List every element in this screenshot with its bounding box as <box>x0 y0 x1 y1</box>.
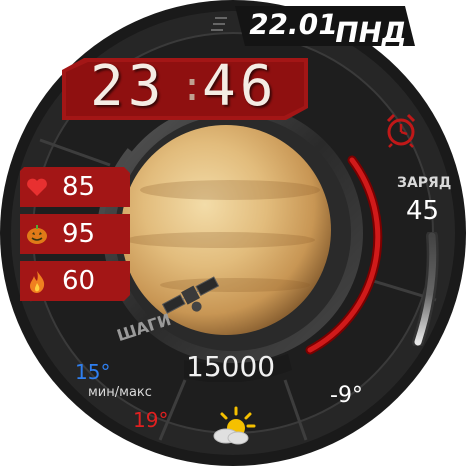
min-temp: 15° <box>75 360 111 384</box>
date-text: 22.01 <box>246 8 341 41</box>
stat-row-pumpkin[interactable]: 95 <box>20 214 130 254</box>
battery-value: 45 <box>406 196 440 226</box>
steps-value: 15000 <box>186 350 276 383</box>
time-minutes: 46 <box>202 54 278 119</box>
pumpkin-value: 95 <box>62 219 96 249</box>
battery-gauge <box>412 232 439 346</box>
flame-icon <box>30 271 45 293</box>
steps-panel[interactable]: 15000 <box>178 348 298 383</box>
weekday-text: ПНД <box>332 16 410 49</box>
battery-label: ЗАРЯД <box>397 175 452 191</box>
max-temp: 19° <box>133 408 169 432</box>
pumpkin-icon <box>27 225 47 244</box>
watch-face: 22.01 ПНД 23 : 46 85 95 60 ЗАРЯД 45 ШАГИ… <box>0 0 466 466</box>
partly-cloudy-icon <box>213 406 256 445</box>
heart-rate-value: 85 <box>62 172 96 202</box>
minmax-label: мин/макс <box>88 385 152 400</box>
time-hours: 23 <box>90 54 166 119</box>
time-separator: : <box>180 64 205 110</box>
alarm-clock-icon[interactable] <box>384 112 418 148</box>
stat-row-heart-rate[interactable]: 85 <box>20 167 130 207</box>
satellite-icon <box>161 276 220 314</box>
time-display: 23 : 46 <box>62 54 308 120</box>
stat-row-calories[interactable]: 60 <box>20 261 130 301</box>
heart-icon <box>27 178 47 196</box>
date-banner: 22.01 ПНД <box>205 4 415 49</box>
calories-value: 60 <box>62 266 96 296</box>
current-temp: -9° <box>330 383 363 408</box>
